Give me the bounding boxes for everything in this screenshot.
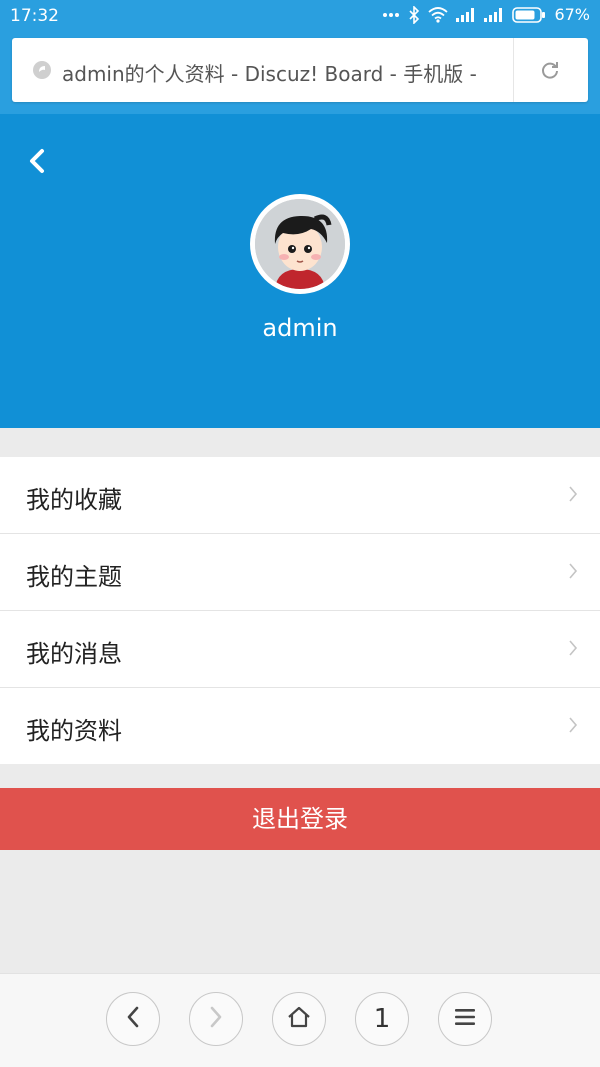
browser-toolbar: admin的个人资料 - Discuz! Board - 手机版 - (0, 32, 600, 114)
nav-forward-button[interactable] (189, 992, 243, 1046)
tabs-count: 1 (373, 1004, 391, 1034)
dots-icon (382, 12, 400, 18)
nav-tabs-button[interactable]: 1 (355, 992, 409, 1046)
status-time: 17:32 (10, 6, 59, 26)
username: admin (262, 314, 338, 342)
home-icon (286, 1005, 312, 1033)
menu-item-messages[interactable]: 我的消息 (0, 611, 600, 688)
menu-item-label: 我的资料 (26, 717, 122, 745)
page-title[interactable]: admin的个人资料 - Discuz! Board - 手机版 - (62, 58, 512, 87)
chevron-right-icon (568, 485, 578, 503)
chevron-right-icon (568, 716, 578, 734)
bluetooth-icon (408, 5, 420, 24)
avatar-image (255, 199, 345, 289)
signal-icon (456, 7, 476, 22)
nav-home-button[interactable] (272, 992, 326, 1046)
menu-item-label: 我的消息 (26, 640, 122, 668)
back-arrow-icon[interactable] (26, 148, 48, 174)
logout-button[interactable]: 退出登录 (0, 788, 600, 850)
refresh-icon[interactable] (538, 58, 562, 82)
battery-icon (512, 6, 546, 23)
menu-item-label: 我的收藏 (26, 486, 122, 514)
avatar[interactable] (250, 194, 350, 294)
battery-percent: 67% (554, 5, 590, 24)
address-bar[interactable]: admin的个人资料 - Discuz! Board - 手机版 - (12, 38, 588, 102)
forward-icon (208, 1006, 224, 1032)
site-icon (32, 60, 52, 80)
menu-icon (453, 1007, 477, 1031)
browser-bottom-bar: 1 (0, 973, 600, 1067)
back-icon (125, 1006, 141, 1032)
menu-item-threads[interactable]: 我的主题 (0, 534, 600, 611)
address-divider (513, 38, 514, 102)
wifi-icon (428, 6, 449, 23)
nav-back-button[interactable] (106, 992, 160, 1046)
nav-menu-button[interactable] (438, 992, 492, 1046)
menu-item-profile[interactable]: 我的资料 (0, 688, 600, 764)
chevron-right-icon (568, 639, 578, 657)
chevron-right-icon (568, 562, 578, 580)
profile-menu: 我的收藏 我的主题 我的消息 我的资料 (0, 457, 600, 764)
menu-item-label: 我的主题 (26, 563, 122, 591)
status-bar: 17:32 67% (0, 0, 600, 32)
profile-header: admin (0, 114, 600, 428)
menu-item-favorites[interactable]: 我的收藏 (0, 457, 600, 534)
signal-icon (484, 7, 504, 22)
